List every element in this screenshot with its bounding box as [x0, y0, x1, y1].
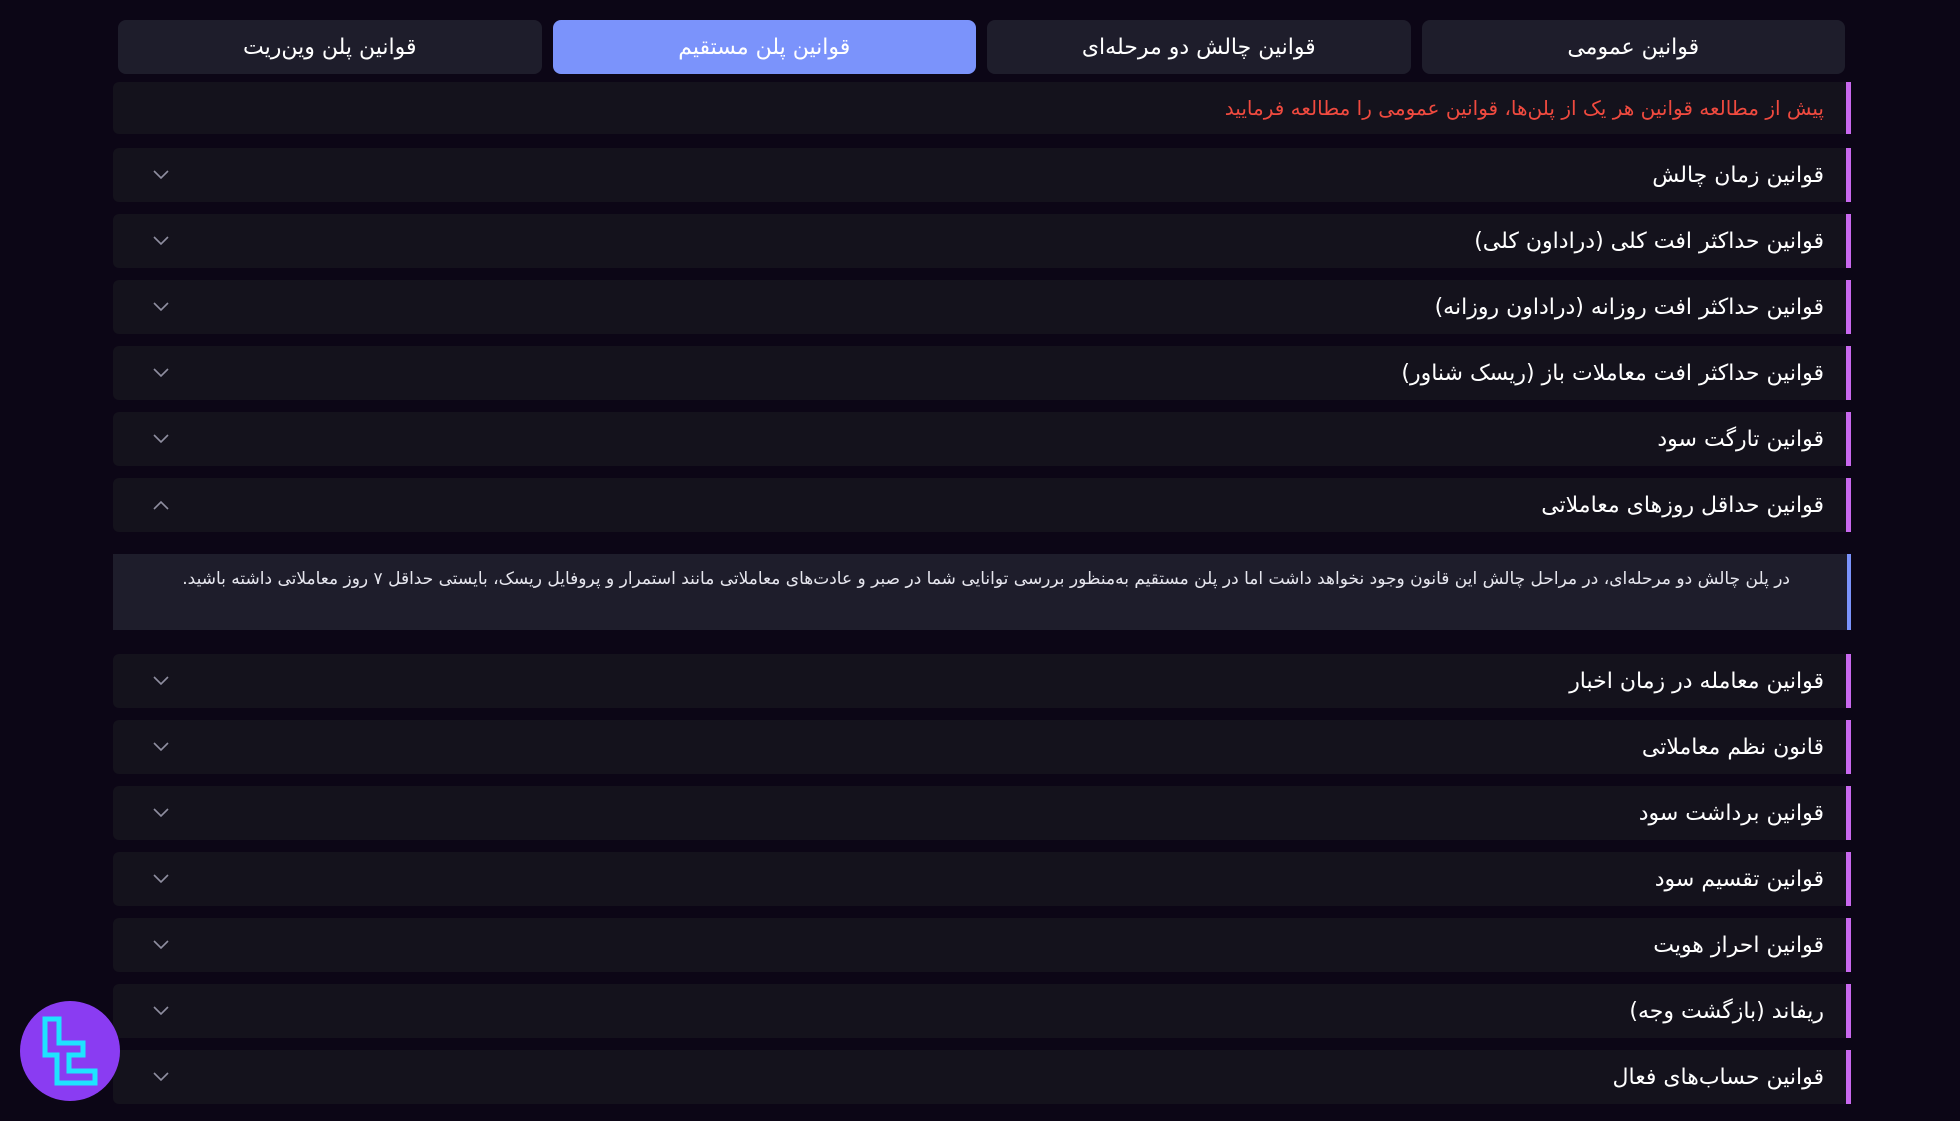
accordion-title: قوانین زمان چالش	[1652, 162, 1824, 188]
accordion-title: قوانین حساب‌های فعال	[1612, 1064, 1824, 1090]
accordion-title: قوانین تقسیم سود	[1654, 866, 1824, 892]
accordion-panel-min-trading-days: در پلن چالش دو مرحله‌ای، در مراحل چالش ا…	[113, 554, 1851, 630]
brand-logo-icon[interactable]	[20, 1001, 120, 1101]
accordion-item-challenge-time[interactable]: قوانین زمان چالش	[113, 148, 1851, 202]
accordion-item-news-trading[interactable]: قوانین معامله در زمان اخبار	[113, 654, 1851, 708]
accordion-item-active-accounts[interactable]: قوانین حساب‌های فعال	[113, 1050, 1851, 1104]
chevron-down-icon	[151, 297, 171, 317]
accordion-item-trading-discipline[interactable]: قانون نظم معاملاتی	[113, 720, 1851, 774]
accordion-title: قوانین حداقل روزهای معاملاتی	[1541, 492, 1824, 518]
chevron-down-icon	[151, 231, 171, 251]
accordion-item-identity-verification[interactable]: قوانین احراز هویت	[113, 918, 1851, 972]
accordion-title: قوانین حداکثر افت کلی (دراداون کلی)	[1474, 228, 1824, 254]
accordion-title: قانون نظم معاملاتی	[1641, 734, 1824, 760]
accordion-title: قوانین احراز هویت	[1653, 932, 1824, 958]
chevron-down-icon	[151, 165, 171, 185]
accordion-title: قوانین تارگت سود	[1657, 426, 1824, 452]
accordion-item-floating-risk[interactable]: قوانین حداکثر افت معاملات باز (ریسک شناو…	[113, 346, 1851, 400]
chevron-up-icon	[151, 495, 171, 515]
rules-tabs: قوانین عمومی قوانین چالش دو مرحله‌ای قوا…	[118, 20, 1845, 74]
accordion-title: قوانین حداکثر افت معاملات باز (ریسک شناو…	[1401, 360, 1824, 386]
accordion-item-max-total-drawdown[interactable]: قوانین حداکثر افت کلی (دراداون کلی)	[113, 214, 1851, 268]
accordion-item-profit-target[interactable]: قوانین تارگت سود	[113, 412, 1851, 466]
tab-general-rules[interactable]: قوانین عمومی	[1421, 20, 1845, 74]
chevron-down-icon	[151, 429, 171, 449]
chevron-down-icon	[151, 737, 171, 757]
tab-two-step-challenge-rules[interactable]: قوانین چالش دو مرحله‌ای	[987, 20, 1411, 74]
accordion-item-min-trading-days[interactable]: قوانین حداقل روزهای معاملاتی	[113, 478, 1851, 532]
notice-banner: پیش از مطالعه قوانین هر یک از پلن‌ها، قو…	[113, 82, 1851, 134]
accordion-title: قوانین برداشت سود	[1638, 800, 1824, 826]
accordion-item-refund[interactable]: ریفاند (بازگشت وجه)	[113, 984, 1851, 1038]
accordion-item-profit-split[interactable]: قوانین تقسیم سود	[113, 852, 1851, 906]
chevron-down-icon	[151, 869, 171, 889]
tab-direct-plan-rules[interactable]: قوانین پلن مستقیم	[552, 20, 976, 74]
accordion-panel-text: در پلن چالش دو مرحله‌ای، در مراحل چالش ا…	[182, 569, 1790, 589]
chevron-down-icon	[151, 363, 171, 383]
chevron-down-icon	[151, 935, 171, 955]
accordion-item-profit-withdrawal[interactable]: قوانین برداشت سود	[113, 786, 1851, 840]
chevron-down-icon	[151, 803, 171, 823]
chevron-down-icon	[151, 671, 171, 691]
tab-winrate-plan-rules[interactable]: قوانین پلن وین‌ریت	[118, 20, 542, 74]
accordion-title: ریفاند (بازگشت وجه)	[1629, 998, 1824, 1024]
chevron-down-icon	[151, 1067, 171, 1087]
accordion-title: قوانین حداکثر افت روزانه (دراداون روزانه…	[1434, 294, 1824, 320]
chevron-down-icon	[151, 1001, 171, 1021]
notice-text: پیش از مطالعه قوانین هر یک از پلن‌ها، قو…	[1224, 96, 1824, 120]
accordion-title: قوانین معامله در زمان اخبار	[1569, 668, 1824, 694]
accordion-item-max-daily-drawdown[interactable]: قوانین حداکثر افت روزانه (دراداون روزانه…	[113, 280, 1851, 334]
